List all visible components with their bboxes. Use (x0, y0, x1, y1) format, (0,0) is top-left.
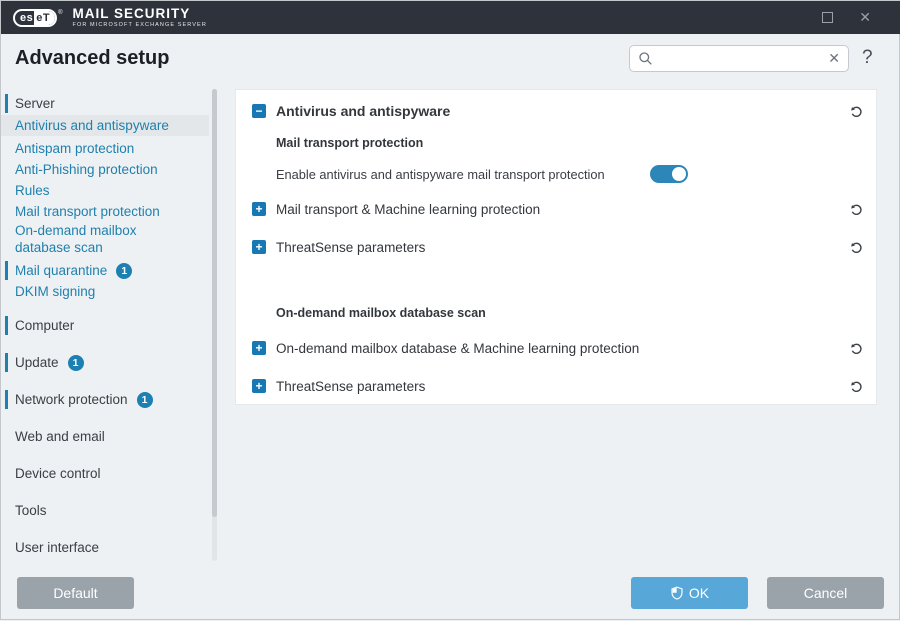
sidebar-item-mail-quarantine[interactable]: Mail quarantine1 (1, 260, 209, 281)
sidebar-scrollbar-thumb[interactable] (212, 89, 217, 517)
row-mail-transport-ml-protection[interactable]: + Mail transport & Machine learning prot… (252, 198, 864, 220)
sidebar-item-device-control[interactable]: Device control (1, 463, 209, 484)
maximize-button[interactable] (822, 12, 833, 23)
sidebar-item-dkim-signing[interactable]: DKIM signing (1, 281, 209, 302)
sidebar: Server Antivirus and antispyware Antispa… (1, 1, 231, 621)
expand-icon[interactable]: + (252, 379, 266, 393)
sidebar-item-network-protection[interactable]: Network protection1 (1, 389, 209, 410)
sidebar-item-anti-phishing-protection[interactable]: Anti-Phishing protection (1, 159, 209, 180)
revert-to-default-button[interactable] (849, 341, 864, 356)
cancel-button[interactable]: Cancel (767, 577, 884, 609)
sidebar-item-update[interactable]: Update1 (1, 352, 209, 373)
update-badge: 1 (68, 355, 84, 371)
revert-to-default-button[interactable] (849, 104, 864, 119)
enable-mail-transport-toggle[interactable] (650, 165, 688, 183)
sidebar-item-server[interactable]: Server (1, 93, 209, 114)
maximize-icon (822, 12, 833, 23)
subheading-on-demand-scan: On-demand mailbox database scan (276, 306, 486, 320)
default-button[interactable]: Default (17, 577, 134, 609)
sidebar-item-antispam-protection[interactable]: Antispam protection (1, 138, 209, 159)
setting-label: Enable antivirus and antispyware mail tr… (276, 167, 605, 182)
mail-quarantine-badge: 1 (116, 263, 132, 279)
row-threatsense-parameters-1[interactable]: + ThreatSense parameters (252, 236, 864, 258)
revert-to-default-button[interactable] (849, 240, 864, 255)
revert-to-default-button[interactable] (849, 379, 864, 394)
settings-panel: − Antivirus and antispyware Mail transpo… (235, 89, 877, 405)
revert-to-default-button[interactable] (849, 202, 864, 217)
ok-button[interactable]: OK (631, 577, 748, 609)
sidebar-item-user-interface[interactable]: User interface (1, 537, 209, 558)
search-box: ✕ (629, 45, 849, 72)
search-input[interactable] (653, 51, 822, 66)
section-title: Antivirus and antispyware (276, 103, 450, 119)
sidebar-item-antivirus-and-antispyware[interactable]: Antivirus and antispyware (1, 115, 209, 136)
row-on-demand-ml-protection[interactable]: + On-demand mailbox database & Machine l… (252, 337, 864, 359)
sidebar-item-tools[interactable]: Tools (1, 500, 209, 521)
sidebar-item-computer[interactable]: Computer (1, 315, 209, 336)
help-button[interactable]: ? (862, 47, 873, 69)
expand-icon[interactable]: + (252, 202, 266, 216)
sidebar-scrollbar[interactable] (212, 89, 217, 561)
sidebar-item-on-demand-mailbox-database-scan[interactable]: On-demand mailbox database scan (1, 222, 191, 260)
close-button[interactable]: ✕ (859, 9, 871, 26)
network-protection-badge: 1 (137, 392, 153, 408)
subheading-mail-transport-protection: Mail transport protection (276, 136, 423, 150)
sidebar-item-mail-transport-protection[interactable]: Mail transport protection (1, 201, 209, 222)
expand-icon[interactable]: + (252, 341, 266, 355)
row-threatsense-parameters-2[interactable]: + ThreatSense parameters (252, 375, 864, 397)
expand-icon[interactable]: + (252, 240, 266, 254)
collapse-icon[interactable]: − (252, 104, 266, 118)
setting-row-enable-mail-transport: Enable antivirus and antispyware mail tr… (252, 163, 864, 185)
toggle-knob (672, 167, 686, 181)
section-header-antivirus[interactable]: − Antivirus and antispyware (252, 100, 864, 122)
sidebar-item-web-and-email[interactable]: Web and email (1, 426, 209, 447)
uac-shield-icon (670, 585, 684, 601)
sidebar-item-rules[interactable]: Rules (1, 180, 209, 201)
search-icon (638, 51, 653, 66)
search-clear-icon[interactable]: ✕ (822, 50, 840, 67)
window-controls: ✕ (822, 9, 889, 26)
